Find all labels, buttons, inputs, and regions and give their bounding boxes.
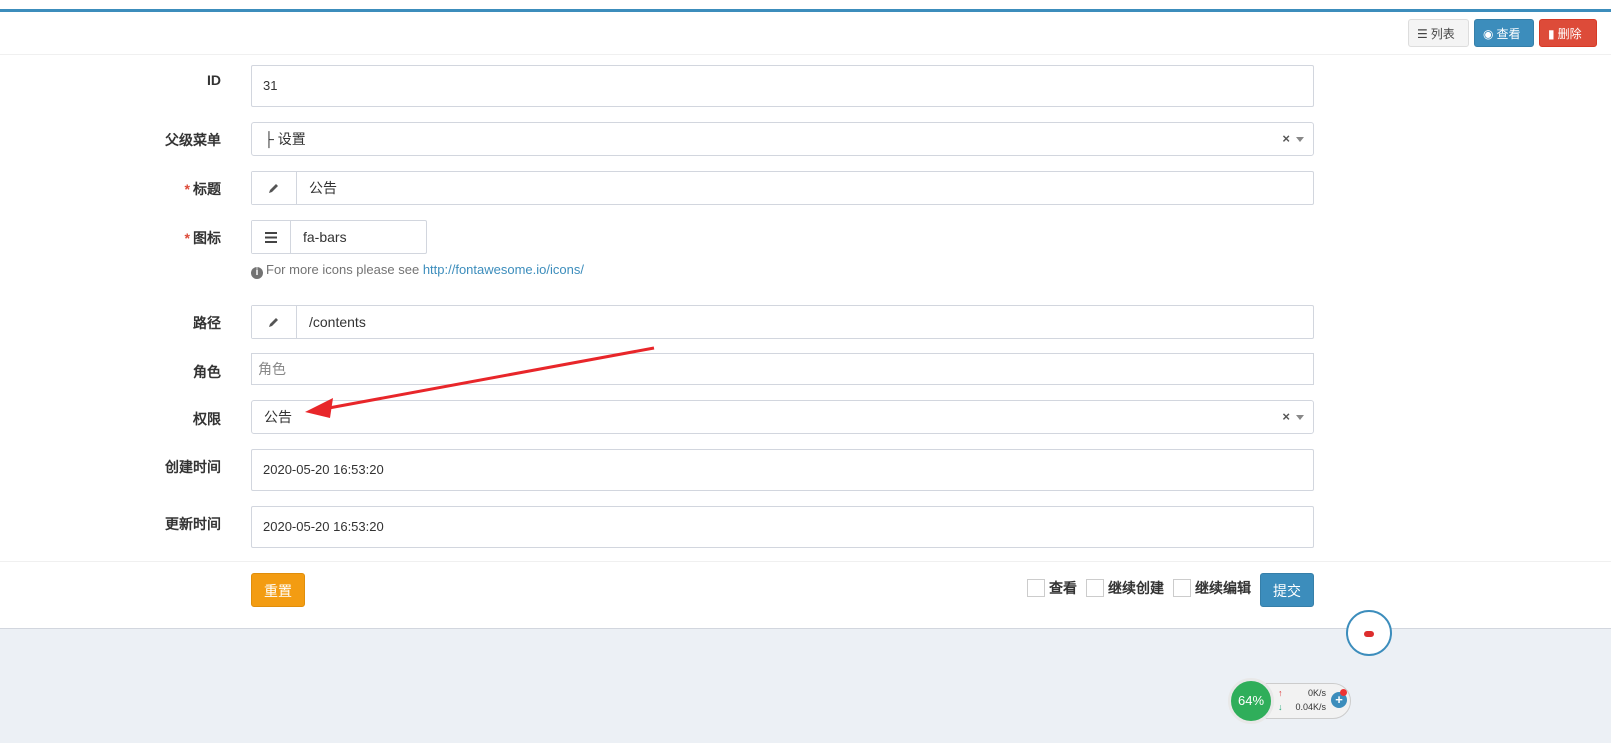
floating-assistant-button[interactable] xyxy=(1346,610,1392,656)
speed-rates: 0K/s 0.04K/s xyxy=(1278,686,1326,714)
upload-rate: 0K/s xyxy=(1307,688,1326,698)
notification-dot xyxy=(1340,689,1347,696)
network-speed-widget[interactable]: 64% ↑ ↓ 0K/s 0.04K/s + xyxy=(1228,678,1352,724)
bug-icon xyxy=(1364,631,1374,637)
usage-gauge[interactable]: 64% xyxy=(1228,678,1274,724)
download-rate: 0.04K/s xyxy=(1295,702,1326,712)
